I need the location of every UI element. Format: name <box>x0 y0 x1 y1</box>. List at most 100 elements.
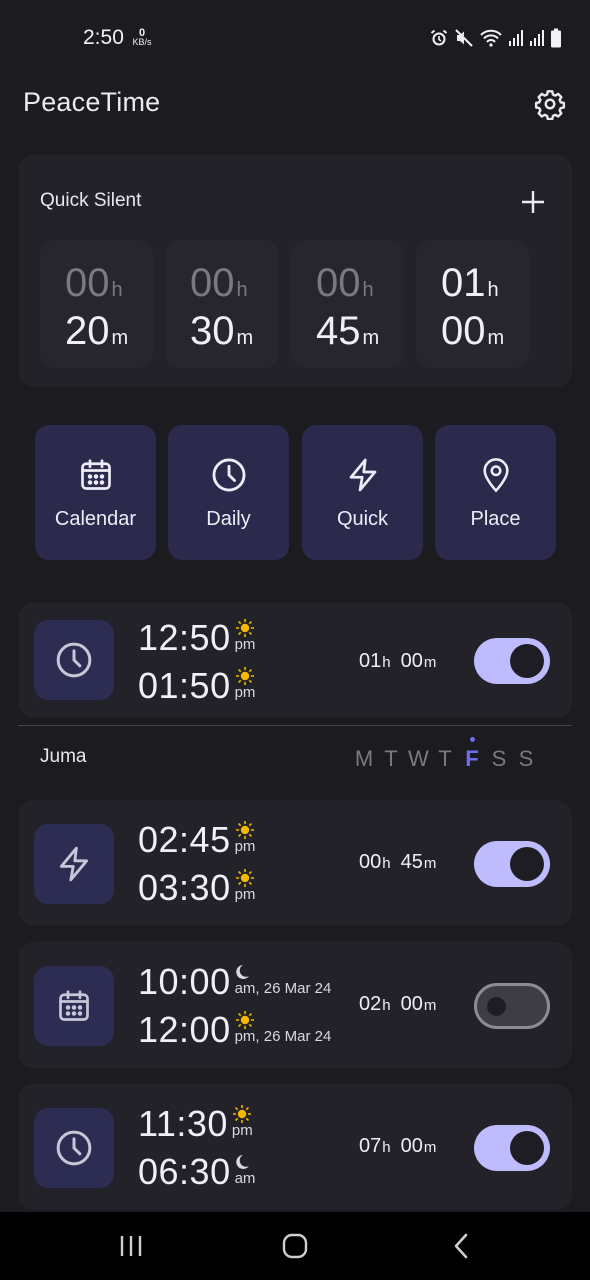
schedule-type-badge <box>34 1108 114 1188</box>
tile-hour-unit: h <box>236 279 248 301</box>
end-time: 06:30 <box>138 1151 231 1192</box>
duration-minute-unit: m <box>423 997 437 1014</box>
schedule-card[interactable]: 10:00 am, 26 Mar 24 12:00 pm, 26 Mar 24 … <box>18 942 572 1068</box>
tile-hour-unit: h <box>487 279 499 301</box>
duration: 02 h 00 m <box>359 993 446 1016</box>
start-ampm: pm <box>234 838 256 855</box>
lightning-icon <box>59 846 89 882</box>
wifi-icon <box>480 29 502 47</box>
duration-minutes: 00 <box>400 993 423 1015</box>
duration-minute-unit: m <box>423 654 437 671</box>
daily-mode-label: Daily <box>206 508 251 530</box>
schedule-toggle[interactable] <box>474 638 550 684</box>
start-time: 12:50 <box>138 617 231 658</box>
duration-hours: 02 <box>359 993 382 1015</box>
tile-minutes: 00 <box>441 309 486 353</box>
tile-minute-unit: m <box>236 327 254 349</box>
quick-tile-1h[interactable]: 01 h 00 m <box>416 240 529 368</box>
duration-minutes: 00 <box>400 1135 423 1157</box>
schedule-toggle[interactable] <box>474 983 550 1029</box>
signal-icon <box>509 30 523 46</box>
home-icon <box>282 1233 308 1259</box>
clock-icon <box>212 458 245 492</box>
duration-hour-unit: h <box>382 855 391 872</box>
clock-icon <box>56 642 92 678</box>
status-bar: 2:50 0 KB/s <box>0 0 590 78</box>
day-friday[interactable]: F <box>462 737 482 772</box>
start-time: 10:00 <box>138 961 231 1002</box>
schedule-type-badge <box>34 966 114 1046</box>
end-ampm: am <box>234 1170 256 1187</box>
day-monday[interactable]: M <box>354 746 374 772</box>
back-button[interactable] <box>441 1230 481 1262</box>
recent-apps-button[interactable] <box>111 1230 151 1262</box>
end-time: 01:50 <box>138 665 231 706</box>
sun-icon <box>235 869 254 887</box>
toggle-knob <box>487 997 506 1016</box>
add-quick-silent-button[interactable] <box>516 185 550 219</box>
status-time: 2:50 <box>83 26 124 49</box>
sun-icon <box>235 619 254 637</box>
day-saturday[interactable]: S <box>489 746 509 772</box>
duration: 01 h 00 m <box>359 650 446 673</box>
quick-mode-button[interactable]: Quick <box>302 425 423 560</box>
place-mode-button[interactable]: Place <box>435 425 556 560</box>
location-pin-icon <box>482 458 509 493</box>
duration-hour-unit: h <box>382 1139 391 1156</box>
day-sunday[interactable]: S <box>516 746 536 772</box>
duration-hours: 07 <box>359 1135 382 1157</box>
calendar-icon <box>80 459 111 490</box>
settings-button[interactable] <box>531 85 569 123</box>
place-mode-label: Place <box>470 508 521 530</box>
signal-icon <box>530 30 544 46</box>
recent-apps-icon <box>120 1236 142 1256</box>
navigation-bar <box>0 1212 590 1280</box>
sun-icon <box>232 1105 251 1123</box>
status-icons <box>429 26 562 50</box>
moon-icon <box>235 965 249 979</box>
toggle-knob <box>510 1131 544 1165</box>
start-time: 11:30 <box>138 1103 228 1144</box>
start-ampm: pm <box>231 1122 253 1139</box>
schedule-toggle[interactable] <box>474 1125 550 1171</box>
sun-icon <box>235 667 254 685</box>
duration-minute-unit: m <box>423 855 437 872</box>
quick-tile-30m[interactable]: 00 h 30 m <box>165 240 278 368</box>
gear-icon <box>534 90 566 120</box>
schedule-card[interactable]: 11:30 pm 06:30 am 07 h 00 m <box>18 1084 572 1210</box>
start-time: 02:45 <box>138 819 231 860</box>
daily-mode-button[interactable]: Daily <box>168 425 289 560</box>
toggle-knob <box>510 847 544 881</box>
tile-minutes: 45 <box>316 309 361 353</box>
schedule-card[interactable]: 02:45 pm 03:30 pm 00 h 45 m <box>18 800 572 926</box>
tile-hour-unit: h <box>111 279 123 301</box>
day-wednesday[interactable]: W <box>408 746 429 772</box>
duration-hours: 01 <box>359 650 382 672</box>
tile-hours: 01 <box>441 261 486 305</box>
home-button[interactable] <box>275 1230 315 1262</box>
tile-hours: 00 <box>316 261 361 305</box>
tile-hour-unit: h <box>362 279 374 301</box>
sun-icon <box>235 1011 254 1029</box>
day-tuesday[interactable]: T <box>381 746 401 772</box>
lightning-icon <box>349 458 376 492</box>
schedule-toggle[interactable] <box>474 841 550 887</box>
end-ampm: pm, 26 Mar 24 <box>234 1028 332 1045</box>
battery-icon <box>551 28 561 48</box>
quick-tile-20m[interactable]: 00 h 20 m <box>40 240 153 368</box>
schedule-card[interactable]: 12:50 pm 01:50 pm 01 h 00 m <box>18 602 572 718</box>
calendar-mode-button[interactable]: Calendar <box>35 425 156 560</box>
schedule-type-badge <box>34 824 114 904</box>
duration-minute-unit: m <box>423 1139 437 1156</box>
toggle-knob <box>510 644 544 678</box>
quick-silent-card: Quick Silent 00 h 20 m 00 h 30 m 00 h 45 m 01 h… <box>18 155 572 387</box>
tile-minute-unit: m <box>487 327 505 349</box>
end-time: 03:30 <box>138 867 231 908</box>
duration-minutes: 45 <box>400 851 423 873</box>
day-thursday[interactable]: T <box>435 746 455 772</box>
divider <box>18 725 572 726</box>
clock-icon <box>56 1130 92 1166</box>
moon-icon <box>235 1155 249 1169</box>
calendar-mode-label: Calendar <box>54 508 137 530</box>
quick-tile-45m[interactable]: 00 h 45 m <box>291 240 404 368</box>
